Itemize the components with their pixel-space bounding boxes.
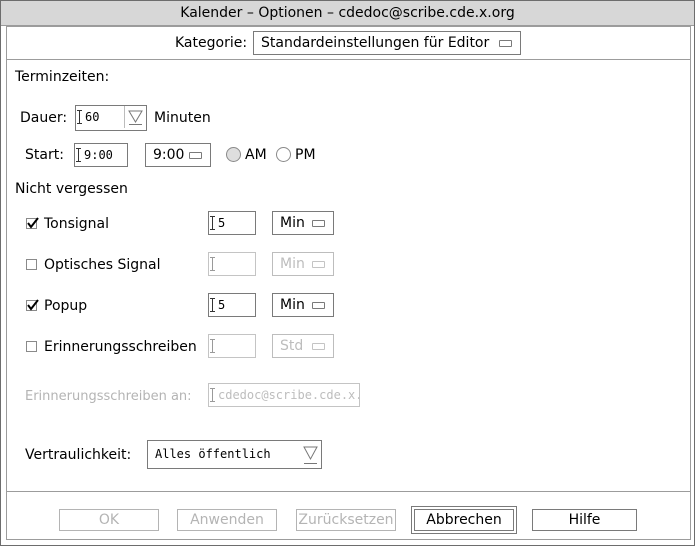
checkmark-icon: [27, 217, 39, 229]
privacy-combo[interactable]: Alles öffentlich: [147, 440, 322, 469]
am-radio[interactable]: [226, 147, 241, 162]
window-title: Kalender – Optionen – cdedoc@scribe.cde.…: [1, 1, 694, 26]
popup-unit: Min: [280, 297, 305, 313]
start-label: Start:: [25, 147, 64, 163]
text-cursor-icon: [77, 110, 82, 124]
triangle-down-icon: [128, 110, 143, 125]
optisches-signal-unit-select[interactable]: Min: [272, 252, 334, 276]
tonsignal-value: 5: [218, 216, 226, 230]
erinnerungsschreiben-unit-select[interactable]: Std: [272, 334, 334, 358]
tonsignal-checkbox[interactable]: [26, 217, 39, 229]
category-select[interactable]: Standardeinstellungen für Editor: [253, 31, 521, 55]
pm-radio[interactable]: [276, 147, 291, 162]
checkmark-icon: [27, 299, 39, 311]
tonsignal-unit: Min: [280, 215, 305, 231]
option-menu-icon: [189, 152, 202, 159]
erinnerungsschreiben-checkbox[interactable]: [26, 341, 37, 352]
text-cursor-icon: [210, 257, 215, 271]
option-menu-icon: [499, 40, 512, 47]
start-time-select-value: 9:00: [153, 147, 185, 163]
options-dialog: Kategorie: Standardeinstellungen für Edi…: [6, 26, 691, 540]
popup-unit-select[interactable]: Min: [272, 293, 334, 317]
appointment-times-heading: Terminzeiten:: [15, 69, 110, 85]
option-menu-icon: [312, 302, 325, 309]
optisches-signal-unit: Min: [280, 256, 305, 272]
am-label: AM: [245, 147, 267, 163]
start-time-input[interactable]: 9:00: [74, 143, 128, 167]
ok-button[interactable]: OK: [59, 509, 159, 531]
optisches-signal-input[interactable]: [208, 252, 256, 276]
erinnerungsschreiben-label: Erinnerungsschreiben: [44, 339, 197, 355]
erinnerungsschreiben-input[interactable]: [208, 334, 256, 358]
reminders-heading: Nicht vergessen: [15, 181, 128, 197]
triangle-down-icon: [303, 446, 318, 464]
category-label: Kategorie:: [175, 35, 248, 51]
mail-to-input[interactable]: cdedoc@scribe.cde.x.: [208, 383, 360, 407]
tonsignal-input[interactable]: 5: [208, 211, 256, 235]
text-cursor-icon: [210, 388, 215, 402]
option-menu-icon: [312, 261, 325, 268]
start-time-value: 9:00: [84, 148, 113, 162]
optisches-signal-checkbox[interactable]: [26, 259, 37, 270]
duration-combo[interactable]: 60: [75, 105, 147, 131]
reset-button[interactable]: Zurücksetzen: [296, 509, 396, 531]
text-cursor-icon: [210, 216, 215, 230]
apply-button[interactable]: Anwenden: [177, 509, 277, 531]
start-time-select[interactable]: 9:00: [145, 143, 211, 167]
mail-to-label: Erinnerungsschreiben an:: [25, 389, 192, 404]
erinnerungsschreiben-unit: Std: [280, 338, 304, 354]
privacy-dropdown-button[interactable]: [300, 441, 321, 468]
duration-label: Dauer:: [20, 110, 68, 126]
popup-input[interactable]: 5: [208, 293, 256, 317]
options-window: Kalender – Optionen – cdedoc@scribe.cde.…: [0, 0, 695, 546]
mail-to-value: cdedoc@scribe.cde.x.: [218, 388, 360, 402]
text-cursor-icon: [76, 148, 81, 162]
duration-dropdown-button[interactable]: [124, 106, 146, 128]
tonsignal-label: Tonsignal: [44, 216, 110, 232]
privacy-value: Alles öffentlich: [155, 447, 271, 461]
optisches-signal-label: Optisches Signal: [44, 257, 161, 273]
pm-label: PM: [295, 147, 316, 163]
popup-value: 5: [218, 298, 226, 312]
duration-unit: Minuten: [154, 110, 211, 126]
tonsignal-unit-select[interactable]: Min: [272, 211, 334, 235]
text-cursor-icon: [210, 339, 215, 353]
button-bar-divider: [7, 491, 690, 492]
option-menu-icon: [312, 343, 325, 350]
category-divider: [7, 59, 690, 60]
cancel-button[interactable]: Abbrechen: [411, 506, 517, 534]
popup-label: Popup: [44, 298, 88, 314]
duration-value: 60: [85, 110, 100, 124]
privacy-label: Vertraulichkeit:: [25, 447, 132, 463]
help-button[interactable]: Hilfe: [532, 509, 637, 531]
popup-checkbox[interactable]: [26, 299, 39, 311]
option-menu-icon: [312, 220, 325, 227]
text-cursor-icon: [210, 298, 215, 312]
category-select-value: Standardeinstellungen für Editor: [261, 35, 490, 51]
